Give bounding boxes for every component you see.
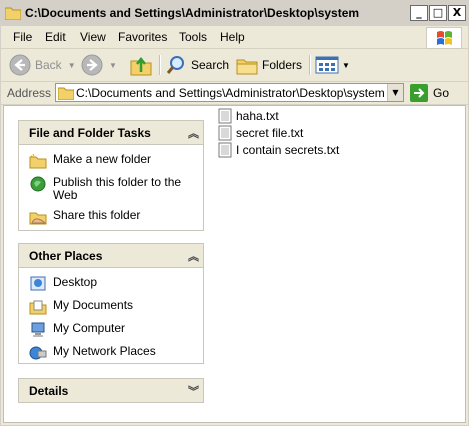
place-label: My Computer (53, 321, 126, 335)
folders-label: Folders (262, 58, 303, 72)
file-name: I contain secrets.txt (236, 143, 340, 157)
menu-favorites[interactable]: Favorites (118, 30, 167, 44)
publish-web-icon (30, 176, 46, 192)
up-folder-button[interactable] (129, 53, 153, 77)
minimize-button[interactable]: _ (410, 5, 428, 21)
address-dropdown-button[interactable]: ▼ (387, 84, 403, 101)
menu-view[interactable]: View (80, 30, 106, 44)
forward-arrow-icon (81, 54, 103, 76)
forward-button[interactable]: ▼ (81, 53, 117, 77)
file-folder-tasks-header[interactable]: File and Folder Tasks ︽ (18, 120, 204, 145)
panel-title: File and Folder Tasks (29, 125, 151, 140)
go-button[interactable]: Go (410, 83, 449, 103)
other-places-body: Desktop My Documents My Computer My Netw… (18, 268, 204, 364)
views-dropdown-icon[interactable]: ▼ (342, 61, 350, 70)
task-label: Share this folder (53, 208, 141, 222)
address-bar: Address C:\Documents and Settings\Admini… (1, 82, 468, 105)
place-network-places[interactable]: My Network Places (29, 345, 195, 361)
views-button[interactable]: ▼ (315, 53, 350, 77)
menu-tools[interactable]: Tools (179, 30, 207, 44)
file-name: secret file.txt (236, 126, 304, 140)
folder-icon (58, 87, 74, 100)
forward-dropdown-icon[interactable]: ▼ (109, 61, 117, 70)
my-computer-icon (31, 322, 45, 337)
task-label: Publish this folder to the Web (53, 175, 182, 202)
panel-title: Other Places (29, 248, 103, 263)
collapse-icon[interactable]: ︽ (188, 125, 199, 141)
place-label: My Network Places (53, 344, 156, 358)
details-panel: Details ︾ (18, 378, 204, 403)
place-label: Desktop (53, 275, 98, 289)
expand-icon[interactable]: ︾ (188, 383, 199, 399)
task-share-folder[interactable]: Share this folder (29, 209, 195, 225)
address-field[interactable]: C:\Documents and Settings\Administrator\… (55, 83, 404, 102)
window-title: C:\Documents and Settings\Administrator\… (25, 6, 360, 20)
text-file-icon (218, 125, 232, 141)
folders-button[interactable]: Folders (236, 53, 302, 77)
go-label: Go (433, 86, 450, 100)
folder-icon (5, 7, 21, 20)
menu-bar: File Edit View Favorites Tools Help (1, 26, 468, 49)
menu-help[interactable]: Help (220, 30, 245, 44)
share-folder-icon (29, 212, 47, 225)
place-my-computer[interactable]: My Computer (29, 322, 195, 338)
views-icon (315, 56, 339, 74)
maximize-button[interactable]: □ (429, 5, 447, 21)
new-folder-icon (29, 153, 47, 169)
place-label: My Documents (53, 298, 134, 312)
details-header[interactable]: Details ︾ (18, 378, 204, 403)
text-file-icon (218, 142, 232, 158)
collapse-icon[interactable]: ︽ (188, 248, 199, 264)
other-places-panel: Other Places ︽ Desktop My Documents My C… (18, 243, 204, 364)
back-arrow-icon (9, 54, 31, 76)
chevron-down-icon: ▼ (392, 88, 399, 97)
menu-file[interactable]: File (13, 30, 32, 44)
search-label: Search (191, 58, 230, 72)
search-button[interactable]: Search (165, 53, 229, 77)
content-area: File and Folder Tasks ︽ Make a new folde… (3, 105, 466, 423)
up-folder-icon (130, 56, 152, 76)
network-places-icon (29, 346, 47, 360)
file-item[interactable]: secret file.txt (218, 125, 303, 141)
file-name: haha.txt (236, 109, 279, 123)
back-button[interactable]: Back ▼ (9, 53, 76, 77)
task-publish-web[interactable]: Publish this folder to the Web (29, 176, 195, 202)
my-documents-icon (29, 300, 47, 315)
text-file-icon (218, 108, 232, 124)
file-item[interactable]: I contain secrets.txt (218, 142, 339, 158)
menu-edit[interactable]: Edit (45, 30, 66, 44)
title-bar[interactable]: C:\Documents and Settings\Administrator\… (1, 1, 468, 27)
task-make-new-folder[interactable]: Make a new folder (29, 153, 195, 169)
file-folder-tasks-body: Make a new folder Publish this folder to… (18, 145, 204, 231)
toolbar: Back ▼ ▼ Search Folders ▼ (1, 49, 468, 82)
place-my-documents[interactable]: My Documents (29, 299, 195, 315)
panel-title: Details (29, 383, 69, 398)
address-label: Address (7, 86, 52, 100)
other-places-header[interactable]: Other Places ︽ (18, 243, 204, 268)
toolbar-separator (309, 55, 311, 75)
place-desktop[interactable]: Desktop (29, 276, 195, 292)
close-button[interactable]: X (448, 5, 466, 21)
file-item[interactable]: haha.txt (218, 108, 279, 124)
windows-logo (426, 27, 462, 49)
explorer-window: C:\Documents and Settings\Administrator\… (0, 0, 469, 426)
file-folder-tasks-panel: File and Folder Tasks ︽ Make a new folde… (18, 120, 204, 231)
folders-icon (236, 59, 258, 75)
back-label: Back (35, 58, 62, 72)
go-arrow-icon (410, 84, 428, 102)
toolbar-separator (159, 55, 161, 75)
desktop-icon (30, 276, 46, 291)
back-dropdown-icon[interactable]: ▼ (68, 61, 76, 70)
address-value: C:\Documents and Settings\Administrator\… (76, 86, 385, 100)
search-icon (166, 56, 184, 74)
task-label: Make a new folder (53, 152, 152, 166)
